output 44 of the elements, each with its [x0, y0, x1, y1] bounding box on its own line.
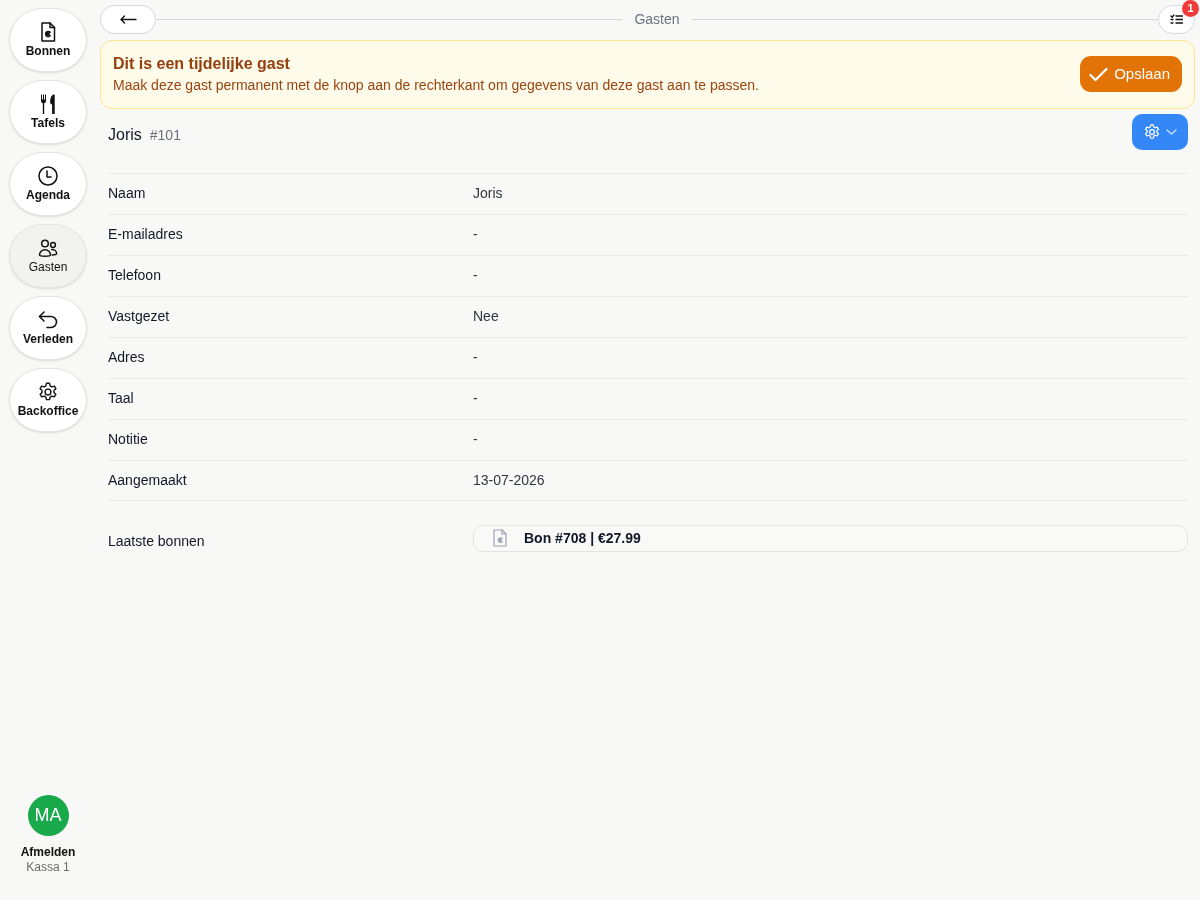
- logout-link[interactable]: Afmelden: [20, 844, 76, 861]
- field-label: Aangemaakt: [108, 470, 188, 490]
- field-value: -: [473, 225, 478, 244]
- user-avatar: MA: [27, 794, 69, 836]
- field-value: -: [473, 389, 478, 408]
- field-value: Joris: [473, 184, 503, 203]
- field-label: Adres: [108, 348, 146, 367]
- back-button[interactable]: [100, 5, 156, 34]
- settings-icon: [1143, 122, 1161, 141]
- field-value: Nee: [473, 307, 499, 326]
- field-label: Telefoon: [108, 266, 162, 285]
- field-label: Vastgezet: [108, 307, 171, 326]
- guest-name: Joris: [108, 124, 142, 145]
- back-arrow-icon: [119, 15, 137, 24]
- notification-badge: 1: [1182, 0, 1199, 17]
- field-value: 13-07-2026: [473, 470, 545, 490]
- field-label: Taal: [108, 389, 135, 408]
- nav-item[interactable]: Gasten: [9, 224, 87, 288]
- receipt-card[interactable]: Bon #708 | €27.99: [473, 524, 1188, 552]
- field-value: -: [473, 430, 478, 449]
- page-title: Gasten: [633, 10, 681, 29]
- register-name: Kassa 1: [26, 860, 70, 876]
- field-label: Notitie: [108, 430, 149, 449]
- section-label: Laatste bonnen: [108, 531, 206, 551]
- guest-number: #101: [149, 125, 181, 145]
- field-label: E-mailadres: [108, 225, 184, 244]
- field-value: -: [473, 348, 478, 367]
- checklist-icon: [1170, 14, 1183, 25]
- chevron-down-icon: [1166, 128, 1177, 135]
- field-value: -: [473, 266, 478, 285]
- nav-item[interactable]: Tafels: [9, 80, 87, 144]
- clock-icon: [37, 165, 59, 188]
- settings-dropdown-button[interactable]: [1132, 113, 1188, 150]
- checkmark-icon: [1089, 66, 1109, 82]
- nav-item[interactable]: Backoffice: [9, 368, 87, 432]
- receipt-title: Bon #708 | €27.99: [524, 528, 641, 548]
- nav-item[interactable]: Bonnen: [9, 8, 87, 72]
- alert-message: Maak deze gast permanent met de knop aan de rechterkant om gegevens van deze gast aan te passen.: [113, 77, 760, 95]
- field-label: Naam: [108, 184, 147, 203]
- receipt-icon: [493, 529, 507, 547]
- nav-item[interactable]: Verleden: [9, 296, 87, 360]
- alert-title: Dit is een tijdelijke gast: [113, 54, 291, 74]
- nav-item[interactable]: Agenda: [9, 152, 87, 216]
- people-icon: [37, 237, 59, 260]
